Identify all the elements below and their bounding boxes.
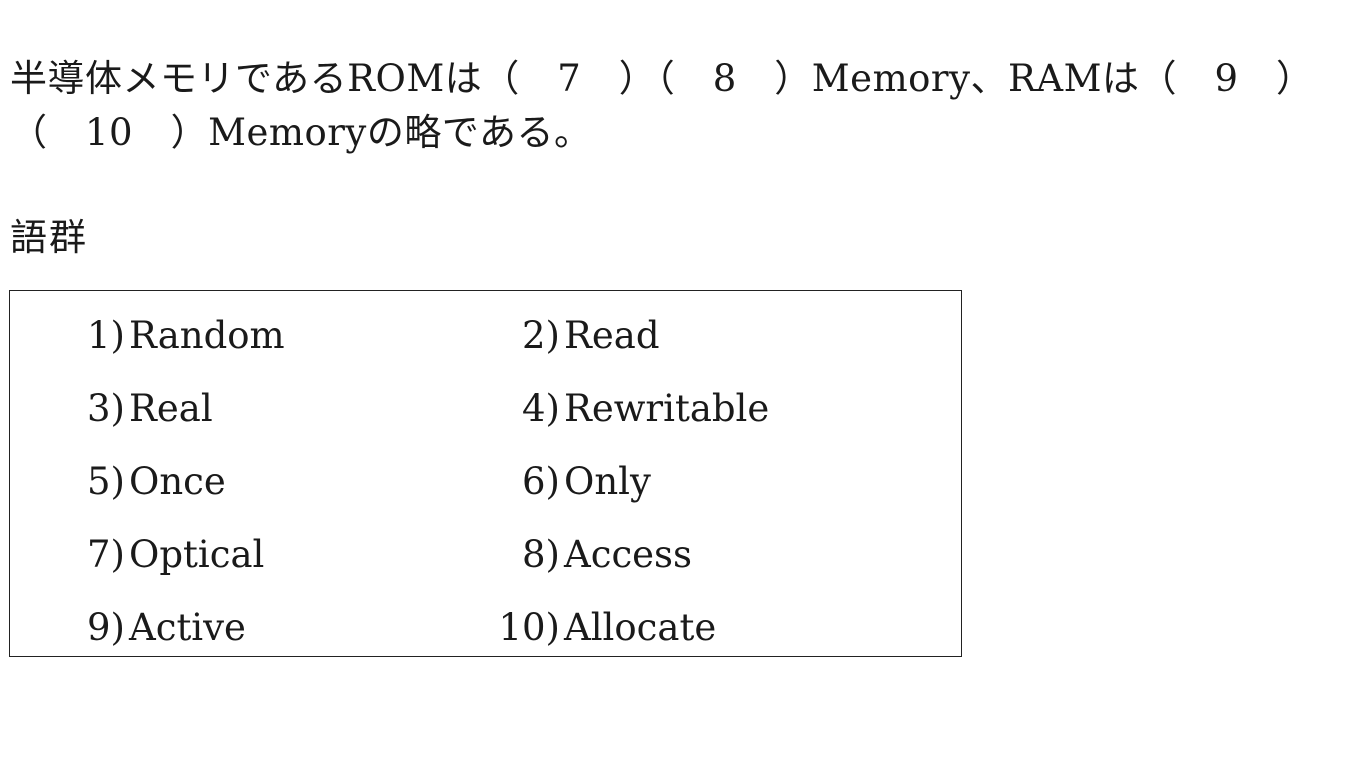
option-number: 9) (87, 606, 125, 649)
word-option-8: 8) Access (488, 532, 692, 578)
option-word: Allocate (564, 606, 717, 649)
word-option-5: 5) Once (70, 459, 226, 505)
word-bank-row: 1) Random 2) Read (10, 305, 961, 378)
option-word: Only (564, 460, 651, 503)
word-option-2: 2) Read (488, 313, 660, 359)
option-word: Access (564, 533, 693, 576)
option-word: Real (129, 387, 213, 430)
option-word: Once (129, 460, 226, 503)
option-word: Random (129, 314, 285, 357)
word-option-3: 3) Real (70, 386, 213, 432)
option-number: 8) (522, 533, 560, 576)
word-bank-heading: 語群 (10, 216, 88, 259)
option-number: 3) (87, 387, 125, 430)
word-option-7: 7) Optical (70, 532, 264, 578)
option-number: 6) (522, 460, 560, 503)
word-bank-row: 7) Optical 8) Access (10, 524, 961, 597)
word-option-4: 4) Rewritable (488, 386, 769, 432)
word-option-6: 6) Only (488, 459, 651, 505)
option-word: Read (564, 314, 660, 357)
option-number: 7) (87, 533, 125, 576)
word-option-10: 10) Allocate (488, 605, 716, 651)
question-text: 半導体メモリであるROMは（ 7 ）（ 8 ）Memory、RAMは（ 9 ） … (10, 52, 1346, 160)
option-number: 4) (522, 387, 560, 430)
question-line-2: （ 10 ）Memoryの略である。 (10, 111, 592, 154)
word-bank-grid: 1) Random 2) Read 3) Real 4) Rewritable 5) On… (10, 305, 961, 670)
option-word: Rewritable (564, 387, 770, 430)
question-line-1: 半導体メモリであるROMは（ 7 ）（ 8 ）Memory、RAMは（ 9 ） (10, 57, 1314, 100)
option-number: 5) (87, 460, 125, 503)
word-bank-box: 1) Random 2) Read 3) Real 4) Rewritable 5) On… (9, 290, 962, 657)
option-number: 1) (87, 314, 125, 357)
option-word: Active (129, 606, 246, 649)
option-number: 10) (498, 606, 560, 649)
word-bank-row: 3) Real 4) Rewritable (10, 378, 961, 451)
option-number: 2) (522, 314, 560, 357)
option-word: Optical (129, 533, 265, 576)
word-option-9: 9) Active (70, 605, 246, 651)
word-option-1: 1) Random (70, 313, 285, 359)
word-bank-row: 9) Active 10) Allocate (10, 597, 961, 670)
word-bank-row: 5) Once 6) Only (10, 451, 961, 524)
